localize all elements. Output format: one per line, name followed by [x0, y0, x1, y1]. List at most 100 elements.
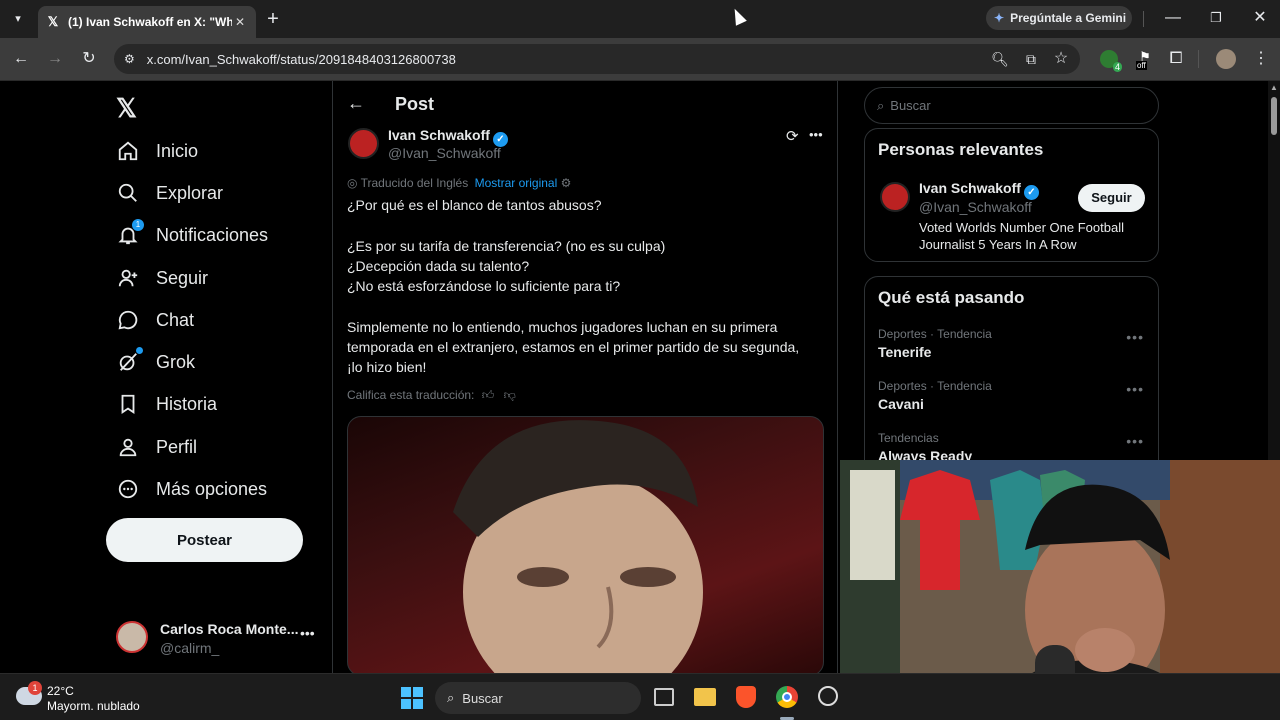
relevant-name[interactable]: Ivan Schwakoff ✓	[919, 180, 1039, 200]
person-add-icon	[116, 266, 140, 290]
sidebar-item-inicio[interactable]: Inicio	[116, 139, 198, 163]
profile-avatar[interactable]	[1216, 49, 1236, 69]
trend-item[interactable]: Deportes · Tendencia Cavani •••	[865, 379, 1158, 423]
bell-icon: 1	[116, 219, 144, 247]
chrome-icon[interactable]	[776, 686, 798, 708]
trend-more-icon[interactable]: •••	[1126, 381, 1144, 397]
extensions-puzzle-icon[interactable]: ⧠	[1165, 48, 1187, 70]
task-view-icon[interactable]	[654, 688, 674, 706]
grok-dot	[136, 347, 143, 354]
divider	[1198, 50, 1199, 68]
sidebar-item-explorar[interactable]: Explorar	[116, 181, 223, 205]
sidebar-item-grok[interactable]: Grok	[116, 347, 195, 374]
reload-icon[interactable]: ↻	[78, 48, 100, 70]
sidebar-item-perfil[interactable]: Perfil	[116, 435, 197, 459]
relevant-avatar[interactable]	[880, 182, 910, 212]
sidebar-item-seguir[interactable]: Seguir	[116, 266, 208, 290]
translated-label: Traducido del Inglés	[360, 176, 469, 190]
post-button[interactable]: Postear	[106, 518, 303, 562]
follow-button[interactable]: Seguir	[1078, 184, 1145, 212]
account-switcher[interactable]: Carlos Roca Monte... @calirm_ •••	[116, 619, 321, 659]
avatar	[116, 621, 148, 653]
url-text: x.com/Ivan_Schwakoff/status/209184840312…	[146, 51, 456, 67]
search-box[interactable]: ⌕ Buscar	[864, 87, 1159, 124]
restore-icon[interactable]: ❐	[1205, 7, 1227, 29]
relevant-bio: Voted Worlds Number One Football Journal…	[919, 220, 1124, 252]
translate-icon: ◎	[347, 176, 358, 190]
trend-name: Tenerife	[878, 344, 932, 360]
back-icon[interactable]: ←	[10, 48, 32, 70]
site-info-icon[interactable]: ⚙	[124, 52, 135, 66]
bookmark-star-icon[interactable]: ☆	[1050, 48, 1072, 70]
sidebar-item-chat[interactable]: Chat	[116, 308, 194, 332]
trend-more-icon[interactable]: •••	[1126, 329, 1144, 345]
close-tab-icon[interactable]: ✕	[232, 15, 248, 29]
verified-badge-icon: ✓	[1023, 185, 1039, 200]
window-close-icon[interactable]: ✕	[1249, 7, 1271, 29]
file-explorer-icon[interactable]	[694, 688, 716, 706]
sidebar-item-label: Explorar	[156, 182, 224, 203]
address-bar[interactable]: ⚙ x.com/Ivan_Schwakoff/status/2091848403…	[114, 44, 1080, 74]
trend-item[interactable]: Deportes · Tendencia Tenerife •••	[865, 327, 1158, 371]
clock-app-icon[interactable]	[818, 686, 838, 706]
grok-icon	[116, 347, 143, 374]
thumbs-up-icon[interactable]: 👍︎	[482, 388, 495, 402]
sidebar-item-mas-opciones[interactable]: Más opciones	[116, 477, 267, 501]
rate-translation-label: Califica esta traducción:	[347, 388, 475, 402]
browser-tab[interactable]: 𝕏 (1) Ivan Schwakoff en X: "Why ✕	[38, 6, 256, 38]
home-icon	[116, 139, 140, 163]
relevant-handle[interactable]: @Ivan_Schwakoff	[919, 199, 1032, 215]
post-line: ¿No está esforzándose lo suficiente para…	[347, 278, 621, 295]
scrollbar-up-icon[interactable]: ▲	[1270, 83, 1278, 92]
back-arrow-icon[interactable]: ←	[347, 93, 365, 114]
gemini-button[interactable]: ✦ Pregúntale a Gemini	[986, 6, 1132, 30]
new-tab-icon[interactable]: +	[262, 8, 284, 30]
install-app-icon[interactable]: ⧉	[1020, 48, 1042, 70]
author-handle[interactable]: @Ivan_Schwakoff	[388, 145, 501, 161]
sidebar-item-notificaciones[interactable]: 1 Notificaciones	[116, 219, 268, 247]
post-header-title: Post	[395, 94, 435, 114]
player-photo	[453, 420, 703, 673]
scrollbar-thumb[interactable]	[1271, 97, 1277, 135]
extension-green-icon[interactable]: 4	[1100, 50, 1122, 72]
chat-icon	[116, 308, 140, 332]
weather-widget[interactable]: 1 22°C Mayorm. nublado	[14, 681, 164, 715]
trends-card: Qué está pasando Deportes · Tendencia Te…	[864, 276, 1159, 476]
x-logo-icon[interactable]: 𝕏	[116, 93, 137, 124]
grok-explain-icon[interactable]: ⟳	[786, 127, 799, 145]
trend-more-icon[interactable]: •••	[1126, 433, 1144, 449]
account-name: Carlos Roca Monte...	[160, 621, 299, 637]
sidebar-item-label: Historia	[156, 393, 218, 414]
notification-badge: 1	[132, 219, 144, 231]
post-more-icon[interactable]: •••	[809, 127, 823, 142]
thumbs-down-icon[interactable]: 👎︎	[504, 388, 516, 402]
browser-menu-icon[interactable]: ⋮	[1250, 48, 1272, 70]
zoom-icon[interactable]: 🔍︎	[989, 48, 1011, 70]
post-line: ¿Es por su tarifa de transferencia? (no …	[347, 237, 666, 254]
brave-browser-icon[interactable]	[736, 686, 756, 708]
forward-icon[interactable]: →	[44, 48, 66, 70]
relevant-title: Personas relevantes	[878, 140, 1044, 159]
minimize-icon[interactable]: —	[1162, 7, 1184, 29]
tab-list-chevron-icon[interactable]: ▾	[7, 8, 29, 30]
show-original-link[interactable]: Mostrar original	[475, 176, 558, 190]
settings-gear-icon[interactable]: ⚙	[561, 176, 572, 190]
post-line: ¿Por qué es el blanco de tantos abusos?	[347, 197, 602, 213]
author-name[interactable]: Ivan Schwakoff ✓	[388, 127, 508, 147]
x-favicon-icon: 𝕏	[47, 14, 59, 29]
post-image[interactable]	[347, 416, 824, 673]
post-line: Simplemente no lo entiendo, muchos jugad…	[347, 318, 778, 335]
search-icon	[116, 181, 140, 205]
mouse-cursor-icon	[729, 6, 747, 26]
taskbar-search[interactable]: ⌕ Buscar	[435, 682, 641, 714]
author-avatar[interactable]	[348, 128, 379, 159]
search-icon: ⌕	[447, 690, 455, 705]
extension-off-icon[interactable]: ⚑ off	[1134, 49, 1156, 71]
windows-start-icon[interactable]	[401, 687, 423, 709]
weather-badge: 1	[28, 681, 42, 695]
weather-desc: Mayorm. nublado	[47, 699, 140, 713]
relevant-people-card: Personas relevantes Ivan Schwakoff ✓ @Iva…	[864, 128, 1159, 262]
sidebar-item-historia[interactable]: Historia	[116, 392, 217, 416]
rate-translation-row: Califica esta traducción: 👍︎ 👎︎	[347, 388, 516, 403]
windows-taskbar: 1 22°C Mayorm. nublado ⌕ Buscar	[0, 673, 1280, 720]
